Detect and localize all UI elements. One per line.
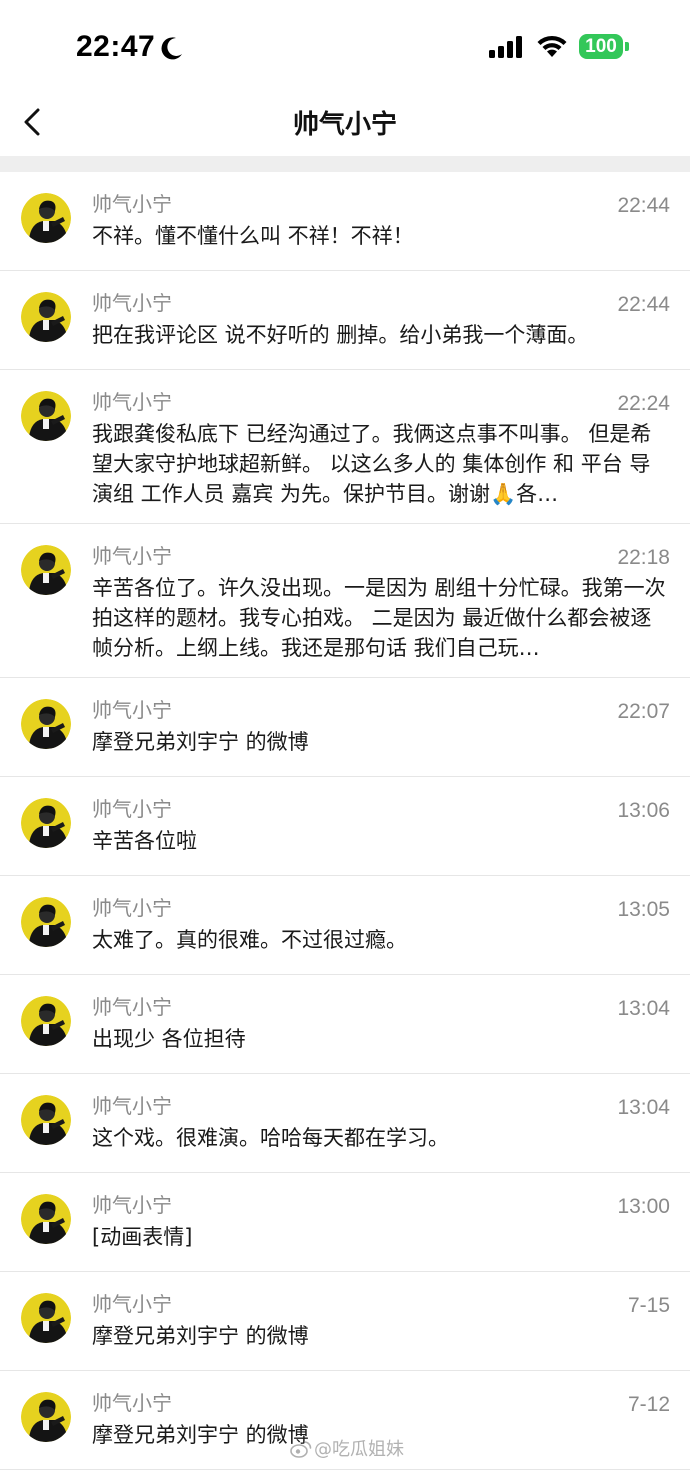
message-text: [动画表情] [92,1225,193,1249]
commenter-name[interactable]: 帅气小宁 [92,896,172,920]
message-time: 22:07 [617,700,670,723]
list-item[interactable]: 帅气小宁 22:07 摩登兄弟刘宇宁 的微博 [0,678,690,777]
list-item[interactable]: 帅气小宁 13:06 辛苦各位啦 [0,777,690,876]
battery-icon: 100 [579,34,629,59]
user-avatar[interactable] [21,545,71,595]
message-time: 22:24 [617,392,670,415]
message-text[interactable]: 摩登兄弟刘宇宁 的微博 [92,727,670,757]
nav-bar: 帅气小宁 [0,92,690,156]
message-time: 13:00 [617,1195,670,1218]
cellular-signal-icon [489,36,522,58]
message-text: 辛苦各位啦 [92,829,197,853]
message-time: 7-15 [627,1294,670,1317]
user-avatar[interactable] [21,193,71,243]
message-text: 把在我评论区 说不好听的 删掉。给小弟我一个薄面。 [92,323,589,347]
weibo-logo-icon [290,1441,312,1458]
wifi-icon [537,35,567,57]
commenter-name[interactable]: 帅气小宁 [92,192,172,216]
user-avatar[interactable] [21,1194,71,1244]
user-avatar[interactable] [21,897,71,947]
page-title: 帅气小宁 [292,110,397,140]
battery-level: 100 [579,34,623,59]
commenter-name[interactable]: 帅气小宁 [92,995,172,1019]
list-item[interactable]: 帅气小宁 22:44 不祥。懂不懂什么叫 不祥！不祥！ [0,172,690,271]
message-list: 帅气小宁 22:44 不祥。懂不懂什么叫 不祥！不祥！ 帅气小宁 22:44 把… [0,172,690,1470]
watermark-text: @吃瓜姐妹 [314,1439,404,1460]
commenter-name[interactable]: 帅气小宁 [92,698,172,722]
status-time: 22:47 [76,30,156,63]
message-time: 13:06 [617,799,670,822]
moon-icon [161,37,182,60]
status-bar: 22:47 100 [0,0,690,92]
user-avatar[interactable] [21,1293,71,1343]
list-item[interactable]: 帅气小宁 22:18 辛苦各位了。许久没出现。一是因为 剧组十分忙碌。我第一次拍… [0,524,690,678]
watermark: @吃瓜姐妹 [290,1435,404,1461]
message-text[interactable]: 摩登兄弟刘宇宁 的微博 [92,1321,670,1351]
message-time: 13:05 [617,898,670,921]
message-text: 太难了。真的很难。不过很过瘾。 [92,928,407,952]
user-avatar[interactable] [21,1095,71,1145]
message-time: 13:04 [617,997,670,1020]
message-text: 这个戏。很难演。哈哈每天都在学习。 [92,1126,449,1150]
message-text: 我跟龚俊私底下 已经沟通过了。我俩这点事不叫事。 但是希望大家守护地球超新鲜。 … [92,422,652,506]
list-item[interactable]: 帅气小宁 13:00 [动画表情] [0,1173,690,1272]
user-avatar[interactable] [21,996,71,1046]
commenter-name[interactable]: 帅气小宁 [92,1193,172,1217]
commenter-name[interactable]: 帅气小宁 [92,1292,172,1316]
message-time: 22:18 [617,546,670,569]
commenter-name[interactable]: 帅气小宁 [92,390,172,414]
message-text: 辛苦各位了。许久没出现。一是因为 剧组十分忙碌。我第一次拍这样的题材。我专心拍戏… [92,576,666,660]
user-avatar[interactable] [21,798,71,848]
commenter-name[interactable]: 帅气小宁 [92,544,172,568]
list-item[interactable]: 帅气小宁 7-15 摩登兄弟刘宇宁 的微博 [0,1272,690,1371]
message-text: 不祥。懂不懂什么叫 不祥！不祥！ [92,224,414,248]
list-item[interactable]: 帅气小宁 13:05 太难了。真的很难。不过很过瘾。 [0,876,690,975]
message-text: 出现少 各位担待 [92,1027,246,1051]
user-avatar[interactable] [21,699,71,749]
list-item[interactable]: 帅气小宁 22:24 我跟龚俊私底下 已经沟通过了。我俩这点事不叫事。 但是希望… [0,370,690,524]
commenter-name[interactable]: 帅气小宁 [92,1391,172,1415]
message-time: 7-12 [627,1393,670,1416]
commenter-name[interactable]: 帅气小宁 [92,1094,172,1118]
message-time: 22:44 [617,194,670,217]
message-time: 13:04 [617,1096,670,1119]
list-item[interactable]: 帅气小宁 13:04 这个戏。很难演。哈哈每天都在学习。 [0,1074,690,1173]
list-item[interactable]: 帅气小宁 13:04 出现少 各位担待 [0,975,690,1074]
message-time: 22:44 [617,293,670,316]
commenter-name[interactable]: 帅气小宁 [92,797,172,821]
commenter-name[interactable]: 帅气小宁 [92,291,172,315]
battery-tip [625,42,629,51]
list-item[interactable]: 帅气小宁 22:44 把在我评论区 说不好听的 删掉。给小弟我一个薄面。 [0,271,690,370]
user-avatar[interactable] [21,1392,71,1442]
user-avatar[interactable] [21,292,71,342]
user-avatar[interactable] [21,391,71,441]
section-divider [0,156,690,172]
